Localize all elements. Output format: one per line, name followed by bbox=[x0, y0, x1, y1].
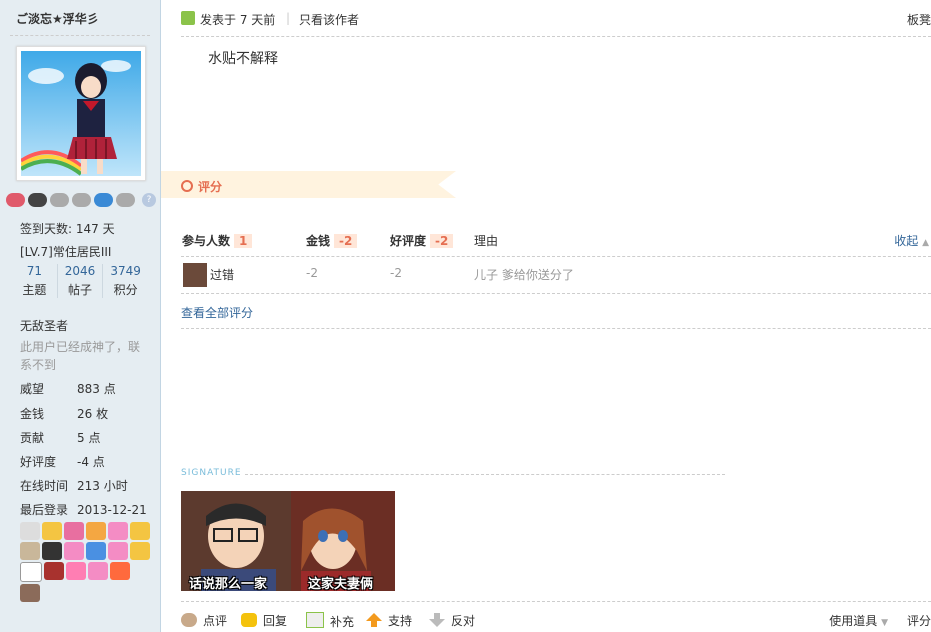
supplement-button[interactable]: 补充 bbox=[306, 612, 354, 630]
blue-badge-icon[interactable] bbox=[86, 542, 106, 560]
black-medal-icon[interactable] bbox=[28, 193, 47, 207]
signature-divider bbox=[245, 474, 725, 475]
rating-reputation-header: 好评度 -2 bbox=[390, 232, 454, 249]
signature-caption-right: 这家夫妻俩 bbox=[308, 577, 374, 592]
avatar[interactable] bbox=[16, 46, 146, 181]
medal-row: ? bbox=[6, 193, 156, 207]
divider bbox=[181, 328, 931, 329]
divider bbox=[181, 601, 931, 602]
rating-title: 评分 bbox=[198, 180, 223, 194]
reply-button[interactable]: 回复 bbox=[241, 612, 287, 629]
sign-days: 签到天数: 147 天 bbox=[20, 222, 115, 236]
rating-money-header: 金钱 -2 bbox=[306, 232, 358, 249]
post-content: 水贴不解释 bbox=[208, 51, 278, 67]
user-counts: 71 主题 2046 帖子 3749 积分 bbox=[12, 264, 148, 298]
view-all-ratings-link[interactable]: 查看全部评分 bbox=[181, 304, 253, 321]
gold-badge-icon[interactable] bbox=[42, 522, 62, 540]
divider bbox=[181, 36, 931, 37]
stat-last-login: 最后登录 2013-12-21 bbox=[20, 503, 147, 517]
post-time: 发表于 7 天前 bbox=[200, 13, 276, 27]
signature-caption-left: 话说那么一家 bbox=[189, 577, 268, 592]
user-level[interactable]: [LV.7]常住居民III bbox=[20, 243, 111, 260]
signature-label: SIGNATURE bbox=[181, 468, 242, 478]
caret-down-icon: ▼ bbox=[881, 618, 888, 628]
ribbon-badge-icon[interactable] bbox=[66, 562, 86, 580]
badge-grid bbox=[20, 522, 150, 602]
post-meta-bar: 发表于 7 天前 | 只看该作者 板凳 bbox=[181, 8, 931, 30]
pink-badge-icon[interactable] bbox=[64, 522, 84, 540]
rating-participants-header[interactable]: 参与人数 1 bbox=[182, 232, 253, 249]
count-points[interactable]: 3749 积分 bbox=[102, 264, 148, 298]
gold-badge-icon[interactable] bbox=[130, 522, 150, 540]
necklace-badge-icon[interactable] bbox=[20, 562, 42, 582]
flower-badge-icon[interactable] bbox=[108, 542, 128, 560]
comment-button[interactable]: 点评 bbox=[181, 612, 227, 629]
heart-badge-icon[interactable] bbox=[88, 562, 108, 580]
count-posts[interactable]: 2046 帖子 bbox=[56, 264, 103, 298]
support-button[interactable]: 支持 bbox=[366, 612, 412, 629]
rater-name[interactable]: 过错 bbox=[210, 266, 234, 283]
use-tools-menu[interactable]: 使用道具 ▼ bbox=[829, 612, 888, 629]
user-online-icon bbox=[181, 11, 195, 25]
book-badge-icon[interactable] bbox=[20, 584, 40, 602]
rating-circle-icon bbox=[181, 180, 193, 192]
rater-reason: 儿子 爹给你送分了 bbox=[474, 268, 574, 282]
dark-badge-icon[interactable] bbox=[42, 542, 62, 560]
gold-badge-icon[interactable] bbox=[130, 542, 150, 560]
signature-image: 话说那么一家 这家夫妻俩 bbox=[181, 491, 395, 592]
divider bbox=[10, 35, 150, 36]
pink-badge-icon[interactable] bbox=[108, 522, 128, 540]
separator: | bbox=[286, 11, 291, 25]
avatar-image bbox=[21, 51, 141, 176]
collapse-link[interactable]: 收起 ▲ bbox=[894, 232, 929, 249]
rating-reason-header: 理由 bbox=[474, 234, 499, 248]
gray-medal-icon[interactable] bbox=[50, 193, 69, 207]
rater-money: -2 bbox=[306, 266, 318, 280]
rate-button[interactable]: 评分 bbox=[907, 612, 931, 629]
stat-online-time: 在线时间 213 小时 bbox=[20, 479, 128, 493]
rater-avatar[interactable] bbox=[183, 263, 207, 287]
reply-icon bbox=[241, 613, 257, 627]
only-author-link[interactable]: 只看该作者 bbox=[299, 11, 359, 28]
user-title: 无敌圣者 bbox=[20, 319, 69, 333]
rater-reputation: -2 bbox=[390, 266, 402, 280]
divider bbox=[181, 293, 931, 294]
user-description: 此用户已经成神了，联系不到 bbox=[20, 340, 141, 372]
blue-medal-icon[interactable] bbox=[94, 193, 113, 207]
comment-icon bbox=[181, 613, 197, 627]
fire-badge-icon[interactable] bbox=[110, 562, 130, 580]
divider bbox=[181, 256, 931, 257]
heart-badge-icon[interactable] bbox=[64, 542, 84, 560]
stat-contribution: 贡献 5 点 bbox=[20, 431, 101, 445]
help-icon[interactable]: ? bbox=[142, 193, 156, 207]
caret-up-icon: ▲ bbox=[922, 238, 929, 248]
oppose-button[interactable]: 反对 bbox=[429, 612, 475, 629]
bow-badge-icon[interactable] bbox=[20, 522, 40, 540]
user-sidebar: ご淡忘★浮华彡 ? 签到天数: 147 天 [LV.7]常住居民III 71 主… bbox=[0, 0, 161, 632]
stat-prestige: 威望 883 点 bbox=[20, 382, 116, 396]
stat-reputation: 好评度 -4 点 bbox=[20, 455, 105, 469]
orange-badge-icon[interactable] bbox=[86, 522, 106, 540]
floor-number[interactable]: 板凳 bbox=[907, 11, 931, 28]
doll-badge-icon[interactable] bbox=[20, 542, 40, 560]
photo-badge-icon[interactable] bbox=[44, 562, 64, 580]
supplement-icon bbox=[306, 612, 324, 628]
arrow-down-icon bbox=[429, 613, 445, 627]
username[interactable]: ご淡忘★浮华彡 bbox=[16, 10, 99, 27]
count-topics[interactable]: 71 主题 bbox=[12, 264, 57, 298]
gray-medal-icon[interactable] bbox=[116, 193, 135, 207]
stat-money: 金钱 26 枚 bbox=[20, 407, 109, 421]
arrow-up-icon bbox=[366, 613, 382, 627]
heart-medal-icon[interactable] bbox=[6, 193, 25, 207]
gray-medal-icon[interactable] bbox=[72, 193, 91, 207]
